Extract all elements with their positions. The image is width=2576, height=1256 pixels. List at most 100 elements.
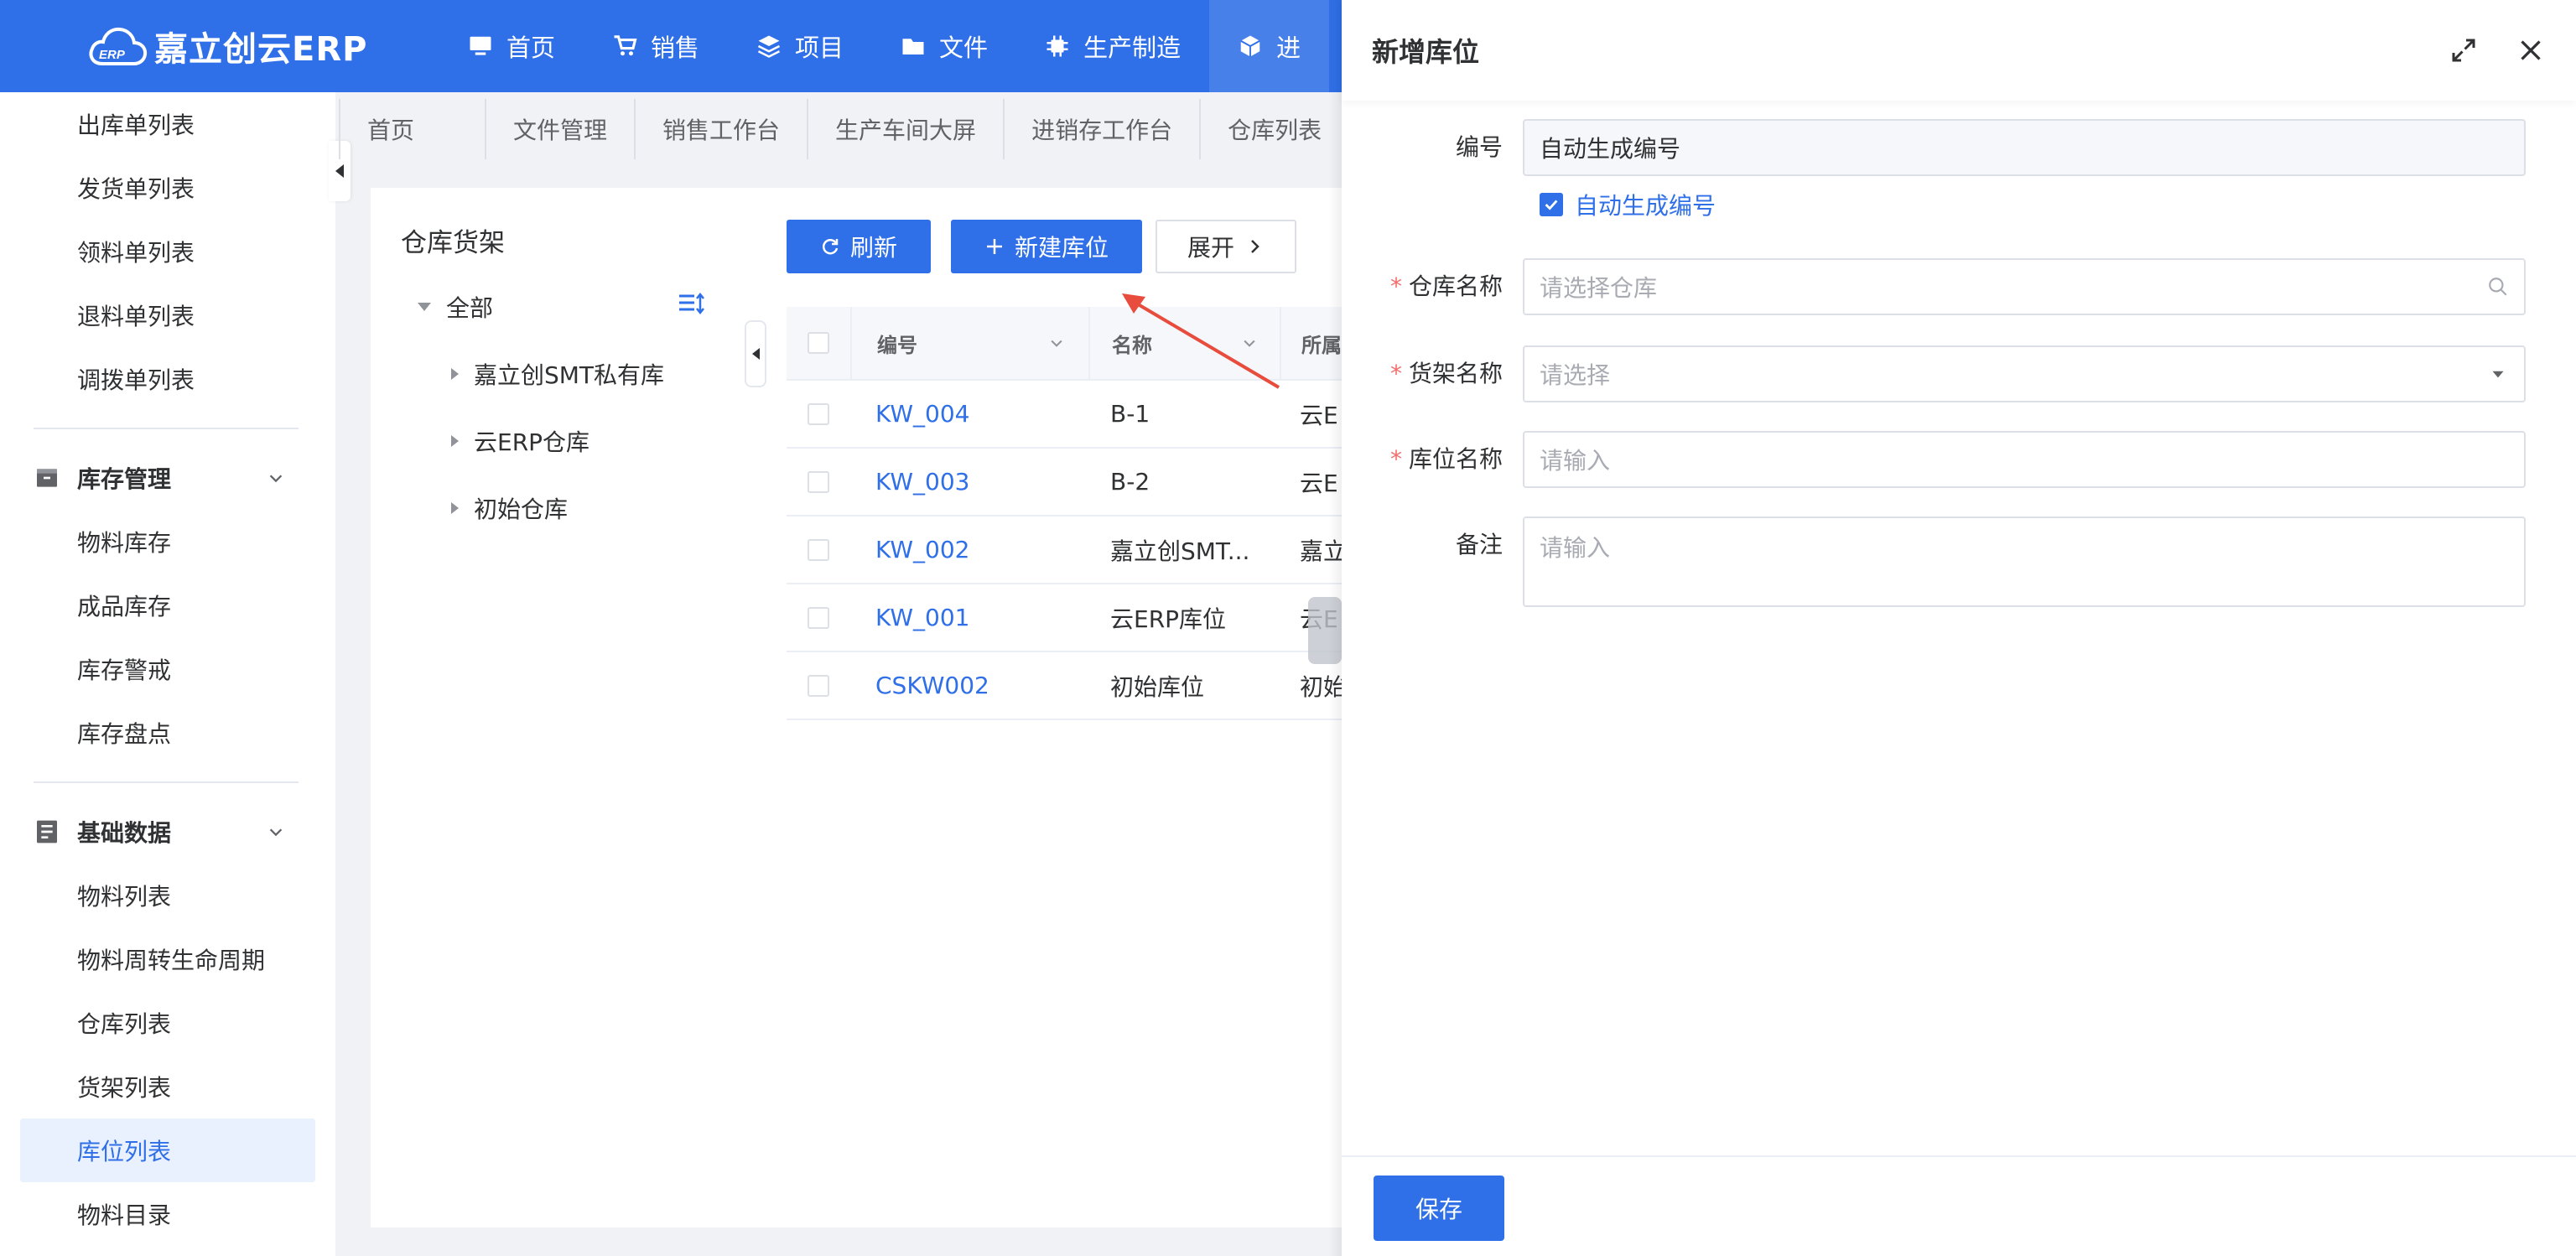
sidebar-item-stocktaking[interactable]: 库存盘点 [0, 701, 335, 765]
tree-node-root[interactable]: 全部 [418, 290, 493, 324]
drawer-footer: 保存 [1342, 1155, 2576, 1256]
sidebar-group-basic-data[interactable]: 基础数据 [0, 800, 335, 864]
caret-down-icon [2492, 371, 2504, 378]
nav-files[interactable]: 文件 [872, 0, 1016, 92]
tab-inventory-workbench[interactable]: 进销存工作台 [1005, 99, 1202, 159]
new-location-button[interactable]: 新建库位 [951, 220, 1142, 273]
expand-button[interactable]: 展开 [1156, 220, 1296, 273]
shelf-select[interactable]: 请选择 [1523, 345, 2526, 402]
plus-icon [986, 239, 1002, 254]
tab-workshop-screen[interactable]: 生产车间大屏 [808, 99, 1005, 159]
tab-warehouse-list[interactable]: 仓库列表 [1201, 99, 1345, 159]
chevron-down-icon [269, 828, 283, 837]
sidebar: 出库单列表 发货单列表 领料单列表 退料单列表 调拨单列表 库存管理 物料库存 … [0, 92, 335, 1256]
location-code-link[interactable]: KW_001 [875, 604, 970, 631]
sidebar-item-location-list[interactable]: 库位列表 [20, 1118, 315, 1182]
sidebar-item-stock-alert[interactable]: 库存警戒 [0, 637, 335, 701]
refresh-icon [822, 239, 839, 255]
tab-file-management[interactable]: 文件管理 [486, 99, 636, 159]
cart-icon [614, 35, 637, 56]
refresh-button[interactable]: 刷新 [787, 220, 931, 273]
caret-right-icon [451, 435, 459, 447]
sidebar-item-picking-list[interactable]: 领料单列表 [0, 220, 335, 283]
sidebar-divider [34, 781, 299, 783]
sidebar-item-material-stock[interactable]: 物料库存 [0, 510, 335, 574]
sidebar-item-product-stock[interactable]: 成品库存 [0, 574, 335, 637]
table-row[interactable]: KW_003 B-2 云E [787, 449, 1377, 516]
nav-production[interactable]: 生产制造 [1016, 0, 1209, 92]
tree-title: 仓库货架 [401, 228, 505, 258]
sidebar-item-material-lifecycle[interactable]: 物料周转生命周期 [0, 927, 335, 991]
sidebar-item-material-catalog[interactable]: 物料目录 [0, 1182, 335, 1246]
tree-expand-toggle-icon[interactable] [678, 292, 706, 317]
code-label: 编号 [1455, 133, 1503, 161]
tab-sales-workbench[interactable]: 销售工作台 [636, 99, 809, 159]
warehouse-select[interactable]: 请选择仓库 [1523, 258, 2526, 315]
caret-right-icon [451, 502, 459, 514]
location-code-link[interactable]: CSKW002 [875, 672, 989, 699]
save-button[interactable]: 保存 [1374, 1176, 1504, 1241]
collapse-left-icon [335, 164, 344, 178]
chevron-down-icon [1051, 340, 1062, 347]
required-mark: * [1389, 445, 1402, 473]
sidebar-item-transfer-list[interactable]: 调拨单列表 [0, 347, 335, 411]
close-icon[interactable] [2516, 35, 2546, 65]
document-list-icon [37, 820, 57, 843]
monitor-icon [470, 36, 491, 55]
auto-generate-code-checkbox[interactable]: 自动生成编号 [1540, 188, 1716, 221]
cloud-logo-icon: ERP [87, 22, 148, 70]
table-row[interactable]: KW_001 云ERP库位 云E [787, 584, 1377, 652]
form-row-remark: 备注 请输入 [1342, 516, 2576, 607]
annotation-arrow-icon [1122, 293, 1280, 389]
fullscreen-icon[interactable] [2449, 35, 2479, 65]
sidebar-group-inventory[interactable]: 库存管理 [0, 446, 335, 510]
new-location-drawer: 新增库位 编号 自动生成编号 * 仓库名称 请选择仓库 * 货架名称 请选择 * 库位… [1342, 0, 2576, 1256]
location-label: 库位名称 [1408, 445, 1503, 473]
sidebar-item-return-list[interactable]: 退料单列表 [0, 283, 335, 347]
location-code-link[interactable]: KW_002 [875, 536, 970, 563]
tree-node-initial-warehouse[interactable]: 初始仓库 [451, 491, 568, 525]
nav-home[interactable]: 首页 [439, 0, 584, 92]
main-nav: 首页 销售 项目 文件 生产制造 进 [439, 0, 1330, 92]
row-checkbox[interactable] [808, 674, 829, 697]
nav-sales[interactable]: 销售 [584, 0, 728, 92]
location-name-input[interactable]: 请输入 [1523, 431, 2526, 488]
column-header-code[interactable]: 编号 [850, 307, 1088, 379]
location-code-link[interactable]: KW_004 [875, 400, 970, 428]
svg-text:ERP: ERP [99, 48, 126, 62]
form-row-shelf: * 货架名称 请选择 [1342, 345, 2576, 402]
search-icon [2489, 278, 2507, 296]
warehouse-label: 仓库名称 [1408, 272, 1503, 300]
location-name: 嘉立创SMT... [1110, 537, 1250, 565]
row-checkbox[interactable] [808, 538, 829, 561]
row-checkbox[interactable] [808, 470, 829, 493]
form-row-location: * 库位名称 请输入 [1342, 431, 2576, 488]
tree-node-smt-warehouse[interactable]: 嘉立创SMT私有库 [451, 357, 664, 391]
form-row-code: 编号 自动生成编号 [1342, 119, 2576, 176]
sidebar-item-outbound-list[interactable]: 出库单列表 [0, 92, 335, 156]
folder-icon [902, 39, 924, 54]
row-checkbox[interactable] [808, 606, 829, 629]
row-checkbox[interactable] [808, 402, 829, 425]
select-all-checkbox[interactable] [808, 332, 829, 354]
nav-project[interactable]: 项目 [728, 0, 872, 92]
location-code-link[interactable]: KW_003 [875, 468, 970, 496]
table-row[interactable]: CSKW002 初始库位 初始 [787, 652, 1377, 720]
nav-inventory[interactable]: 进 [1209, 0, 1330, 92]
inventory-box-icon [37, 469, 57, 487]
chevron-right-icon [1251, 240, 1259, 253]
sidebar-item-material-list[interactable]: 物料列表 [0, 864, 335, 927]
page-tabs: 首页 文件管理 销售工作台 生产车间大屏 进销存工作台 仓库列表 [339, 99, 1345, 159]
app-logo[interactable]: ERP 嘉立创云ERP [87, 22, 439, 70]
sidebar-item-warehouse-list[interactable]: 仓库列表 [0, 991, 335, 1055]
remark-textarea[interactable]: 请输入 [1523, 516, 2526, 607]
sidebar-item-delivery-list[interactable]: 发货单列表 [0, 156, 335, 220]
sidebar-item-shelf-list[interactable]: 货架列表 [0, 1055, 335, 1118]
tree-node-cloud-erp-warehouse[interactable]: 云ERP仓库 [451, 424, 589, 458]
table-row[interactable]: KW_002 嘉立创SMT... 嘉立 [787, 516, 1377, 584]
tree-panel-collapse-toggle[interactable] [745, 320, 766, 387]
location-name: B-2 [1110, 468, 1150, 496]
code-input: 自动生成编号 [1523, 119, 2526, 176]
tab-home[interactable]: 首页 [339, 99, 487, 159]
location-name: B-1 [1110, 400, 1150, 428]
